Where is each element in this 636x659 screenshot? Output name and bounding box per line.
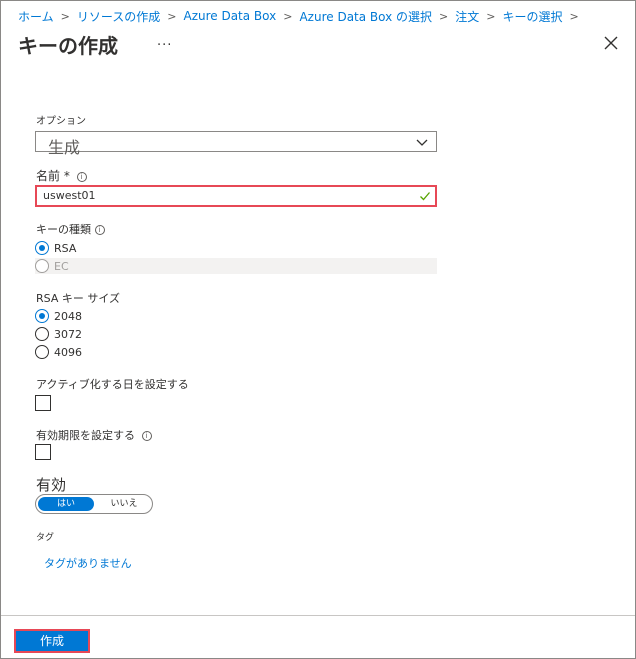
info-icon[interactable]: i [94,225,105,235]
key-type-option-ec: EC [35,258,437,274]
enabled-toggle-yes[interactable]: はい [38,497,94,511]
expiration-date-checkbox[interactable] [35,444,51,460]
create-button[interactable]: 作成 [14,629,90,653]
options-label: オプション [36,116,86,127]
enabled-toggle-no[interactable]: いいえ [98,497,150,511]
breadcrumb-azure-data-box[interactable]: Azure Data Box [183,9,276,23]
breadcrumb-select-key[interactable]: キーの選択 [503,8,563,25]
radio-button[interactable] [35,327,49,341]
breadcrumb-create-resource[interactable]: リソースの作成 [77,8,160,25]
breadcrumb: ホーム > リソースの作成 > Azure Data Box > Azure D… [18,7,586,25]
checkmark-icon [420,192,430,201]
page-title: キーの作成 [18,34,118,58]
key-type-option-label: EC [54,259,69,273]
activation-date-checkbox[interactable] [35,395,51,411]
info-icon[interactable]: i [76,171,87,182]
chevron-right-icon: > [167,9,177,23]
radio-button[interactable] [35,345,49,359]
chevron-right-icon: > [60,9,70,23]
rsa-size-option-3072[interactable]: 3072 [35,326,82,342]
close-icon [604,36,618,50]
name-field[interactable]: uswest01 [35,185,437,207]
enabled-toggle[interactable]: はい いいえ [35,494,153,514]
chevron-right-icon: > [569,9,579,23]
info-icon[interactable]: i [141,431,152,441]
more-options-button[interactable]: ... [157,34,172,49]
rsa-size-option-label: 4096 [54,345,82,359]
breadcrumb-order[interactable]: 注文 [455,8,479,25]
rsa-size-option-label: 2048 [54,309,82,323]
key-type-label: キーの種類 i [36,221,105,237]
breadcrumb-home[interactable]: ホーム [18,8,54,25]
rsa-size-option-4096[interactable]: 4096 [35,344,82,360]
radio-button[interactable] [35,309,49,323]
chevron-right-icon: > [439,9,449,23]
radio-button[interactable] [35,241,49,255]
tags-label: タグ [36,533,55,543]
name-field-value: uswest01 [43,189,96,202]
radio-button [35,259,49,273]
key-type-label-text: キーの種類 [36,223,91,236]
footer-divider [1,615,635,616]
no-tags-link[interactable]: タグがありません [44,555,132,571]
enabled-label: 有効 [36,476,67,494]
expiration-date-label: 有効期限を設定する i [36,427,152,443]
chevron-down-icon [416,139,428,146]
name-label-text: 名前 * [36,169,70,183]
expiration-date-label-text: 有効期限を設定する [36,429,135,442]
close-button[interactable] [602,34,620,52]
breadcrumb-select-data-box[interactable]: Azure Data Box の選択 [299,8,432,25]
name-label: 名前 * i [36,167,87,184]
options-dropdown[interactable]: 生成 [35,131,437,157]
rsa-key-size-label: RSA キー サイズ [36,292,121,305]
chevron-right-icon: > [283,9,293,23]
options-dropdown-value: 生成 [48,138,81,157]
rsa-size-option-2048[interactable]: 2048 [35,308,82,324]
chevron-right-icon: > [486,9,496,23]
key-type-option-rsa[interactable]: RSA [35,240,76,256]
activation-date-label: アクティブ化する日を設定する [36,378,189,391]
rsa-size-option-label: 3072 [54,327,82,341]
key-type-option-label: RSA [54,241,77,255]
